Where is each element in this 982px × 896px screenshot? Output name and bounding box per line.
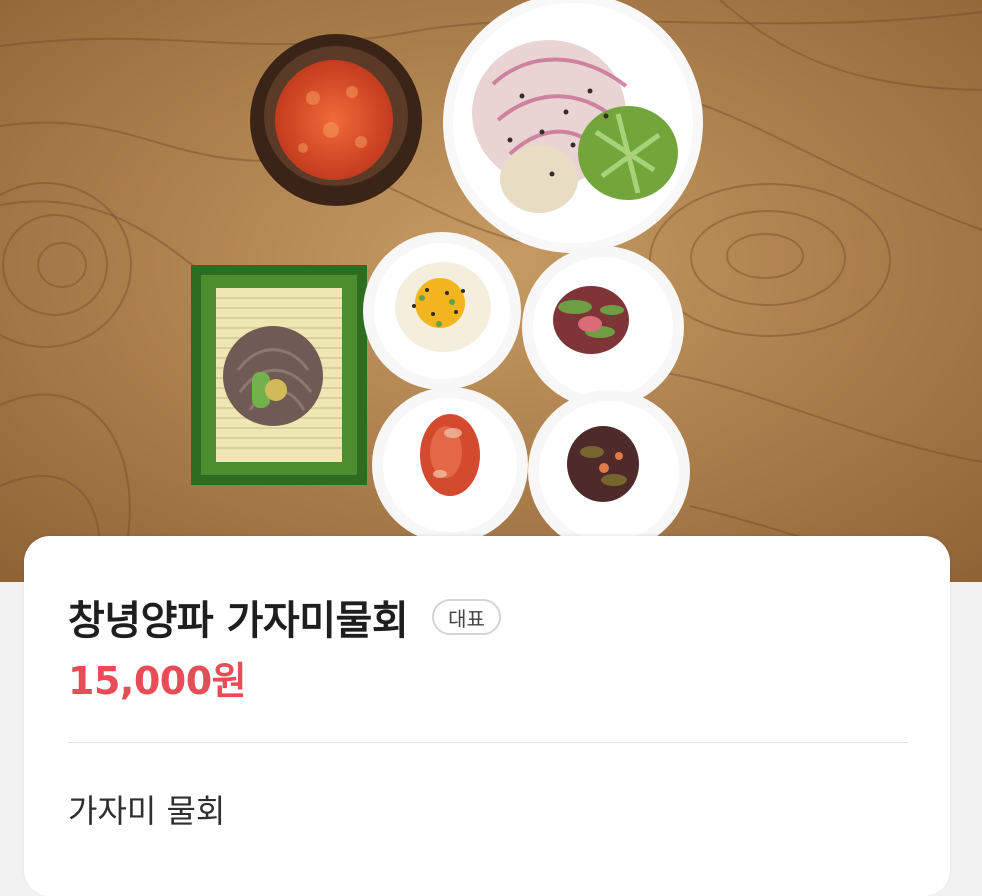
menu-photo (0, 0, 982, 582)
section-divider (68, 742, 908, 743)
representative-badge: 대표 (432, 599, 501, 635)
menu-description: 가자미 물회 (68, 792, 226, 830)
food-photo-icon (0, 0, 982, 582)
menu-detail-card: 창녕양파 가자미물회 대표 15,000원 가자미 물회 (24, 536, 950, 896)
menu-name: 창녕양파 가자미물회 (68, 598, 409, 644)
menu-title-row: 창녕양파 가자미물회 대표 (68, 588, 501, 646)
menu-price: 15,000원 (68, 659, 247, 703)
